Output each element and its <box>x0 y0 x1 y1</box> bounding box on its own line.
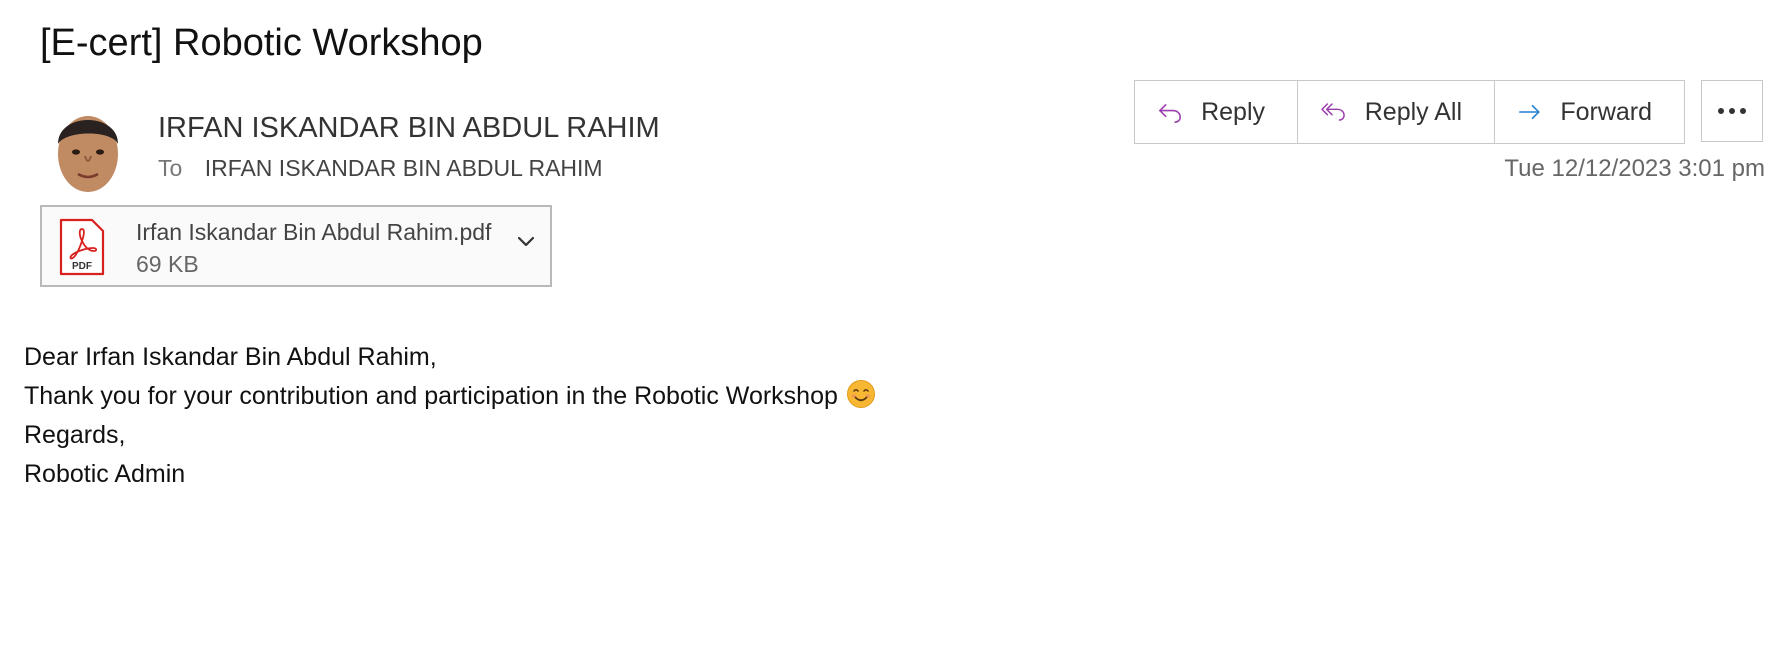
sender-avatar[interactable] <box>52 100 124 196</box>
more-dots-icon <box>1718 108 1746 114</box>
pdf-file-icon: PDF <box>59 218 105 276</box>
body-message-line: Thank you for your contribution and part… <box>24 377 876 416</box>
chevron-down-icon[interactable] <box>516 235 536 249</box>
body-closing: Regards, <box>24 421 126 449</box>
svg-text:PDF: PDF <box>72 261 92 272</box>
forward-button[interactable]: Forward <box>1495 81 1684 143</box>
body-message: Thank you for your contribution and part… <box>24 382 838 410</box>
recipient-name[interactable]: IRFAN ISKANDAR BIN ABDUL RAHIM <box>205 155 603 181</box>
recipient-row: To IRFAN ISKANDAR BIN ABDUL RAHIM <box>158 155 603 182</box>
reply-all-icon <box>1321 103 1345 121</box>
forward-label: Forward <box>1560 97 1652 126</box>
reply-button[interactable]: Reply <box>1135 81 1298 143</box>
attachment-card[interactable]: PDF Irfan Iskandar Bin Abdul Rahim.pdf 6… <box>40 205 552 287</box>
sender-name[interactable]: IRFAN ISKANDAR BIN ABDUL RAHIM <box>158 112 660 145</box>
to-label: To <box>158 155 183 181</box>
email-reading-pane: [E-cert] Robotic Workshop IRFAN ISKANDAR… <box>0 0 1790 646</box>
reply-all-label: Reply All <box>1364 97 1462 126</box>
email-body: Dear Irfan Iskandar Bin Abdul Rahim, Tha… <box>24 338 876 494</box>
reply-all-button[interactable]: Reply All <box>1298 81 1495 143</box>
smiling-face-emoji-icon <box>846 380 875 408</box>
email-subject: [E-cert] Robotic Workshop <box>40 22 483 64</box>
message-actions: Reply Reply All Forward <box>1134 80 1685 144</box>
body-greeting: Dear Irfan Iskandar Bin Abdul Rahim, <box>24 343 437 371</box>
sent-timestamp: Tue 12/12/2023 3:01 pm <box>1504 155 1765 182</box>
attachment-name: Irfan Iskandar Bin Abdul Rahim.pdf <box>136 219 492 245</box>
more-actions-button[interactable] <box>1701 80 1763 142</box>
body-signature: Robotic Admin <box>24 460 186 488</box>
reply-arrow-icon <box>1159 103 1181 123</box>
reply-label: Reply <box>1201 97 1265 126</box>
forward-arrow-icon <box>1519 104 1540 120</box>
attachment-size: 69 KB <box>136 251 199 277</box>
